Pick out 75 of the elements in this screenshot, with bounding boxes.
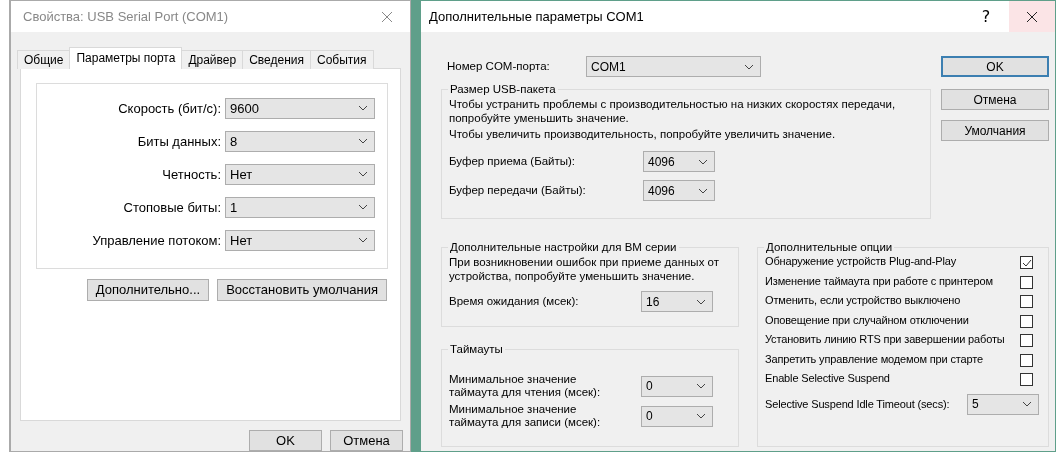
dropdown[interactable]: 16 — [641, 291, 713, 312]
chevron-down-icon — [358, 171, 368, 178]
dropdown[interactable]: 0 — [641, 405, 713, 427]
checkbox[interactable] — [1020, 353, 1033, 367]
group-title: Размер USB-пакета — [449, 83, 557, 95]
field-label: Минимальное значение таймаута для чтения (мсек): — [449, 373, 602, 399]
window-title: Свойства: USB Serial Port (COM1) — [23, 9, 230, 24]
chevron-down-icon — [698, 187, 708, 194]
field-label: Минимальное значение таймаута для записи (мсек): — [449, 403, 602, 429]
ok-button[interactable]: OK — [941, 56, 1049, 77]
dropdown[interactable]: 5 — [967, 393, 1039, 415]
chevron-down-icon — [358, 105, 368, 112]
tab[interactable]: События — [310, 49, 374, 69]
dropdown[interactable]: 4096 — [643, 151, 715, 172]
chevron-down-icon — [698, 158, 708, 165]
help-button[interactable]: ? — [963, 1, 1009, 32]
option-label: Enable Selective Suspend — [765, 372, 890, 385]
chevron-down-icon — [358, 237, 368, 244]
hint-text: Чтобы увеличить производительность, попробуйте увеличить значение. — [449, 127, 837, 141]
option-label: Отменить, если устройство выключено — [765, 294, 961, 307]
advanced-button[interactable]: Дополнительно... — [86, 278, 210, 301]
close-icon — [1026, 10, 1038, 23]
chevron-down-icon — [1022, 401, 1032, 407]
dropdown[interactable]: 0 — [641, 375, 713, 397]
dropdown[interactable]: COM1 — [586, 56, 761, 77]
field-label: Буфер приема (Байты): — [449, 155, 576, 168]
dropdown[interactable]: Нет — [225, 163, 375, 185]
checkbox[interactable] — [1020, 295, 1033, 308]
dropdown[interactable]: 4096 — [643, 180, 715, 201]
field-label: Время ожидания (мсек): — [449, 295, 579, 308]
checkmark-icon — [1021, 258, 1032, 267]
tab[interactable]: Сведения — [242, 49, 311, 69]
dropdown[interactable]: 9600 — [225, 97, 375, 119]
option-label: Запретить управление модемом при старте — [765, 352, 983, 366]
cancel-button[interactable]: Отмена — [941, 89, 1049, 110]
tab[interactable]: Общие — [17, 49, 71, 69]
tab[interactable]: Драйвер — [181, 49, 244, 69]
chevron-down-icon — [696, 298, 706, 305]
checkbox[interactable] — [1020, 275, 1033, 289]
field-label: Управление потоком: — [92, 232, 221, 248]
tab[interactable]: Параметры порта — [69, 46, 183, 69]
option-label: Оповещение при случайном отключении — [765, 313, 969, 327]
cancel-button[interactable]: Отмена — [330, 430, 403, 451]
hint-text: Чтобы устранить проблемы с производительностью на низких скоростях передачи, попробуйте уменьшить значение. — [449, 97, 897, 125]
group-title: Дополнительные настройки для BM серии — [449, 241, 678, 253]
field-label: Стоповые биты: — [123, 199, 221, 215]
group-title: Таймауты — [449, 343, 504, 355]
field-label: Скорость (бит/с): — [118, 100, 221, 116]
checkbox[interactable] — [1020, 256, 1033, 269]
group-title: Дополнительные опции — [765, 241, 894, 253]
restore-defaults-button[interactable]: Восстановить умолчания — [217, 278, 387, 301]
chevron-down-icon — [696, 383, 706, 389]
field-label: Четность: — [162, 166, 221, 182]
option-label: Обнаружение устройств Plug-and-Play — [765, 255, 957, 268]
chevron-down-icon — [744, 63, 754, 70]
option-label: Изменение таймаута при работе с принтером — [765, 274, 993, 288]
window-title: Дополнительные параметры COM1 — [429, 9, 645, 24]
chevron-down-icon — [358, 204, 368, 211]
field-label: Selective Suspend Idle Timeout (secs): — [765, 397, 950, 411]
checkbox[interactable] — [1020, 314, 1033, 328]
chevron-down-icon — [696, 413, 706, 419]
dropdown[interactable]: 8 — [225, 130, 375, 152]
defaults-button[interactable]: Умолчания — [941, 120, 1049, 141]
ok-button[interactable]: OK — [249, 430, 322, 451]
dropdown[interactable]: 1 — [225, 196, 375, 218]
checkbox[interactable] — [1020, 373, 1033, 386]
option-label: Установить линию RTS при завершении работы — [765, 333, 1005, 346]
hint-text: При возникновении ошибок при приеме данных от устройства, попробуйте уменьшить значение. — [449, 255, 720, 283]
field-label: Биты данных: — [137, 133, 221, 149]
field-label: Номер COM-порта: — [447, 60, 550, 73]
dropdown[interactable]: Нет — [225, 229, 375, 251]
field-label: Буфер передачи (Байты): — [449, 184, 586, 197]
chevron-down-icon — [358, 138, 368, 145]
close-icon — [381, 10, 393, 23]
checkbox[interactable] — [1020, 334, 1033, 347]
